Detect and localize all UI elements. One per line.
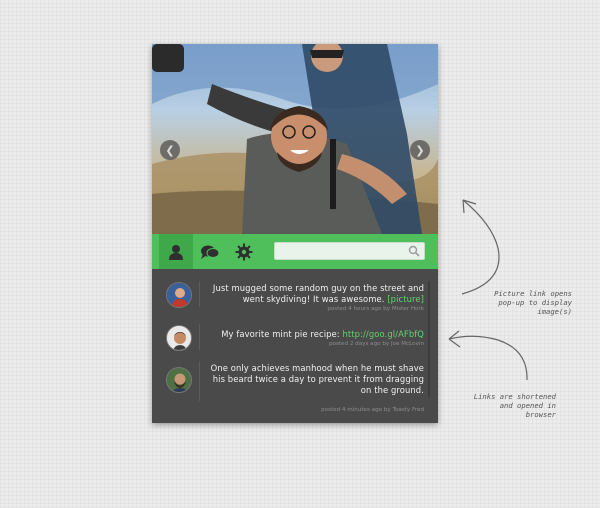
note-line: and opened in	[499, 401, 556, 410]
note-line: pop-up to display	[498, 298, 572, 307]
note-line: Picture link opens	[494, 289, 572, 298]
note-line: image(s)	[537, 307, 572, 316]
links-note: Links are shortened and opened in browse…	[456, 392, 556, 419]
note-line: browser	[525, 410, 556, 419]
picture-link-note: Picture link opens pop-up to display ima…	[478, 289, 572, 316]
note-line: Links are shortened	[473, 392, 556, 401]
annotation-arrows	[448, 199, 528, 381]
